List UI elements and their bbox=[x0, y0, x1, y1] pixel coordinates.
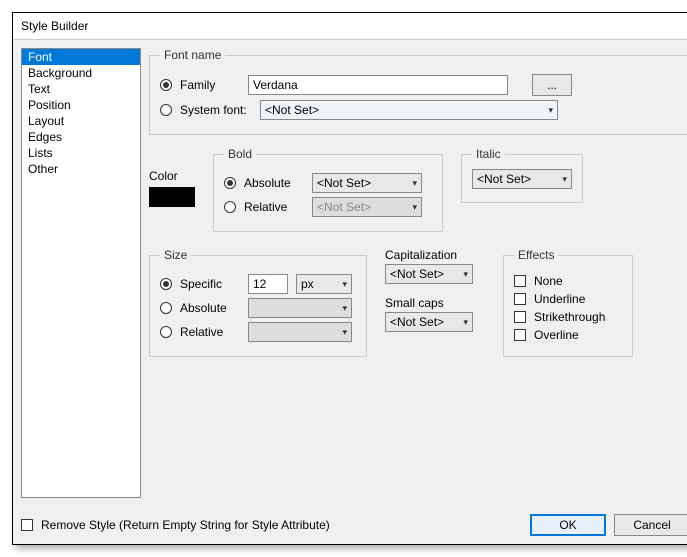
chevron-down-icon: ▾ bbox=[342, 279, 347, 290]
sidebar-item-other[interactable]: Other bbox=[22, 161, 140, 177]
effect-none-label: None bbox=[534, 274, 563, 288]
chevron-down-icon: ▾ bbox=[342, 327, 347, 338]
chevron-down-icon: ▾ bbox=[463, 317, 468, 328]
caps-combo[interactable]: <Not Set>▾ bbox=[385, 264, 473, 284]
effect-strike-checkbox[interactable] bbox=[514, 311, 526, 323]
size-relative-label: Relative bbox=[180, 325, 240, 339]
sidebar-item-edges[interactable]: Edges bbox=[22, 129, 140, 145]
chevron-down-icon: ▾ bbox=[412, 178, 417, 189]
chevron-down-icon: ▾ bbox=[548, 105, 553, 116]
style-builder-dialog: Style Builder Font Background Text Posit… bbox=[12, 12, 687, 545]
italic-group: Italic <Not Set>▾ bbox=[461, 147, 583, 203]
color-swatch[interactable] bbox=[149, 187, 195, 207]
size-relative-radio[interactable] bbox=[160, 326, 172, 338]
font-name-legend: Font name bbox=[160, 48, 225, 62]
sidebar-item-layout[interactable]: Layout bbox=[22, 113, 140, 129]
smallcaps-combo[interactable]: <Not Set>▾ bbox=[385, 312, 473, 332]
bold-relative-radio[interactable] bbox=[224, 201, 236, 213]
caps-label: Capitalization bbox=[385, 248, 485, 262]
color-label: Color bbox=[149, 169, 195, 183]
size-absolute-label: Absolute bbox=[180, 301, 240, 315]
sidebar-item-font[interactable]: Font bbox=[22, 49, 140, 65]
family-label: Family bbox=[180, 78, 240, 92]
bold-absolute-label: Absolute bbox=[244, 176, 304, 190]
sidebar-item-lists[interactable]: Lists bbox=[22, 145, 140, 161]
size-relative-combo: ▾ bbox=[248, 322, 352, 342]
chevron-down-icon: ▾ bbox=[342, 303, 347, 314]
chevron-down-icon: ▾ bbox=[463, 269, 468, 280]
main-panel: Font name Family ... System font: <Not S… bbox=[149, 48, 687, 498]
effect-none-checkbox[interactable] bbox=[514, 275, 526, 287]
bold-absolute-radio[interactable] bbox=[224, 177, 236, 189]
effect-strike-label: Strikethrough bbox=[534, 310, 605, 324]
effect-overline-checkbox[interactable] bbox=[514, 329, 526, 341]
bold-legend: Bold bbox=[224, 147, 256, 161]
size-legend: Size bbox=[160, 248, 191, 262]
sidebar-item-text[interactable]: Text bbox=[22, 81, 140, 97]
effects-legend: Effects bbox=[514, 248, 558, 262]
sidebar-item-position[interactable]: Position bbox=[22, 97, 140, 113]
bold-absolute-combo[interactable]: <Not Set>▾ bbox=[312, 173, 422, 193]
window-title: Style Builder bbox=[21, 19, 88, 33]
italic-legend: Italic bbox=[472, 147, 505, 161]
bold-group: Bold Absolute <Not Set>▾ Relative <Not S… bbox=[213, 147, 443, 232]
size-specific-label: Specific bbox=[180, 277, 240, 291]
system-font-label: System font: bbox=[180, 103, 252, 117]
system-font-radio[interactable] bbox=[160, 104, 172, 116]
remove-style-checkbox[interactable] bbox=[21, 519, 33, 531]
family-browse-button[interactable]: ... bbox=[532, 74, 572, 96]
effect-underline-label: Underline bbox=[534, 292, 585, 306]
footer: Remove Style (Return Empty String for St… bbox=[13, 506, 687, 544]
font-name-group: Font name Family ... System font: <Not S… bbox=[149, 48, 687, 135]
size-specific-radio[interactable] bbox=[160, 278, 172, 290]
category-list[interactable]: Font Background Text Position Layout Edg… bbox=[21, 48, 141, 498]
size-specific-input[interactable] bbox=[248, 274, 288, 294]
bold-relative-label: Relative bbox=[244, 200, 304, 214]
size-group: Size Specific px▾ Absolute ▾ bbox=[149, 248, 367, 357]
size-absolute-radio[interactable] bbox=[160, 302, 172, 314]
size-absolute-combo: ▾ bbox=[248, 298, 352, 318]
bold-relative-combo: <Not Set>▾ bbox=[312, 197, 422, 217]
system-font-combo[interactable]: <Not Set> ▾ bbox=[260, 100, 558, 120]
family-radio[interactable] bbox=[160, 79, 172, 91]
sidebar-item-background[interactable]: Background bbox=[22, 65, 140, 81]
effect-underline-checkbox[interactable] bbox=[514, 293, 526, 305]
chevron-down-icon: ▾ bbox=[562, 174, 567, 185]
italic-combo[interactable]: <Not Set>▾ bbox=[472, 169, 572, 189]
smallcaps-label: Small caps bbox=[385, 296, 485, 310]
family-input[interactable] bbox=[248, 75, 508, 95]
size-unit-combo[interactable]: px▾ bbox=[296, 274, 352, 294]
effect-overline-label: Overline bbox=[534, 328, 579, 342]
chevron-down-icon: ▾ bbox=[412, 202, 417, 213]
effects-group: Effects None Underline Strikethrough Ove… bbox=[503, 248, 633, 357]
titlebar: Style Builder bbox=[13, 13, 687, 40]
remove-style-label: Remove Style (Return Empty String for St… bbox=[41, 518, 330, 532]
